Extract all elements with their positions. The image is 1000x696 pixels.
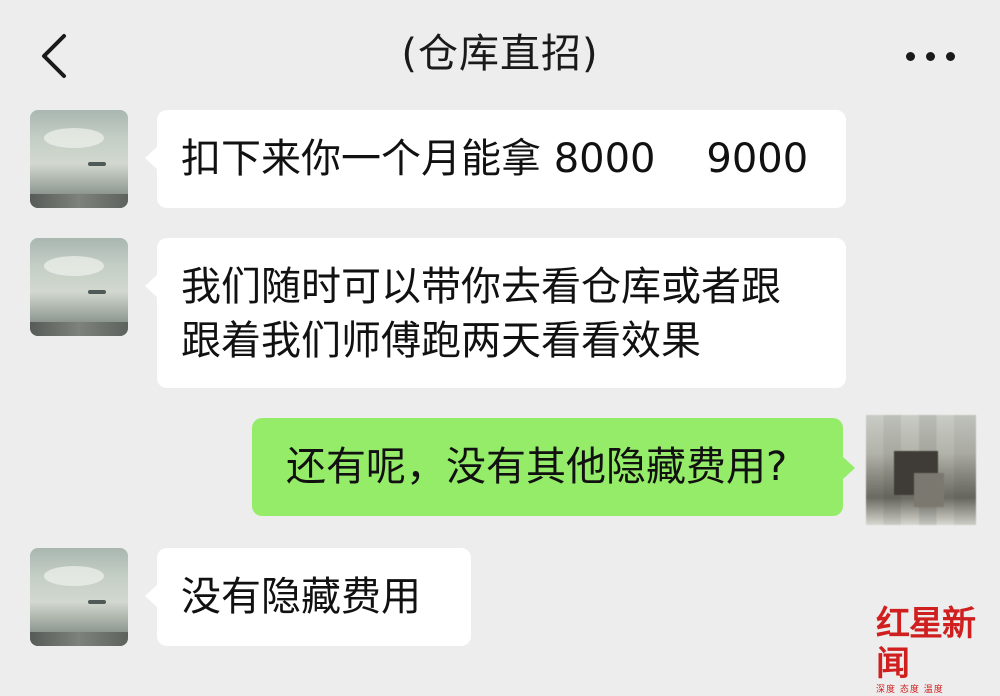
user-avatar[interactable]	[866, 415, 976, 525]
chat-title: (仓库直招)	[401, 31, 599, 77]
chat-header: (仓库直招)	[0, 0, 1000, 112]
message-bubble-incoming[interactable]: 没有隐藏费用	[145, 548, 471, 646]
more-options-icon[interactable]	[896, 38, 966, 74]
message-text: 还有呢，没有其他隐藏费用?	[286, 444, 788, 490]
watermark-name: 红星新闻	[876, 604, 976, 684]
message-text-line: 我们随时可以带你去看仓库或者跟	[181, 264, 781, 310]
contact-avatar[interactable]	[30, 110, 128, 208]
message-bubble-incoming[interactable]: 我们随时可以带你去看仓库或者跟 跟着我们师傅跑两天看看效果	[145, 238, 846, 388]
watermark-tagline: 深度 态度 温度	[876, 685, 944, 695]
news-watermark-logo: 红星新闻 深度 态度 温度	[876, 604, 996, 695]
message-bubble-incoming[interactable]: 扣下来你一个月能拿 8000 9000	[145, 110, 846, 208]
contact-avatar[interactable]	[30, 238, 128, 336]
contact-avatar[interactable]	[30, 548, 128, 646]
message-text: 没有隐藏费用	[181, 574, 421, 620]
message-text: 扣下来你一个月能拿 8000 9000	[181, 136, 809, 182]
message-text-line: 跟着我们师傅跑两天看看效果	[181, 318, 701, 364]
message-bubble-outgoing[interactable]: 还有呢，没有其他隐藏费用?	[252, 418, 855, 516]
